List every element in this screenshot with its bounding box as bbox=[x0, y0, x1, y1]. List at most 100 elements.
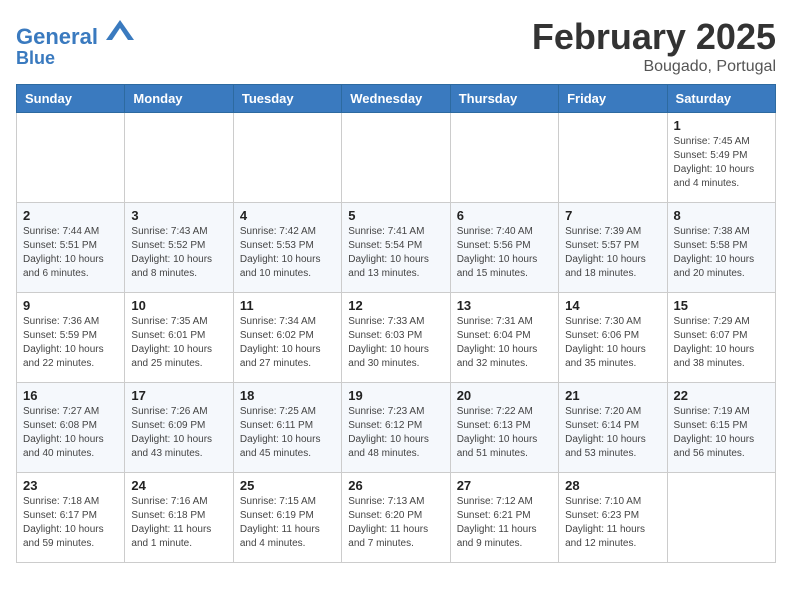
day-info: Sunrise: 7:29 AM Sunset: 6:07 PM Dayligh… bbox=[674, 315, 769, 371]
day-info: Sunrise: 7:38 AM Sunset: 5:58 PM Dayligh… bbox=[674, 225, 769, 281]
day-number: 22 bbox=[674, 388, 769, 403]
day-info: Sunrise: 7:35 AM Sunset: 6:01 PM Dayligh… bbox=[131, 315, 226, 371]
logo-icon bbox=[106, 16, 134, 44]
day-number: 8 bbox=[674, 208, 769, 223]
day-number: 2 bbox=[23, 208, 118, 223]
day-number: 21 bbox=[565, 388, 660, 403]
day-info: Sunrise: 7:13 AM Sunset: 6:20 PM Dayligh… bbox=[348, 495, 443, 551]
day-number: 18 bbox=[240, 388, 335, 403]
day-info: Sunrise: 7:30 AM Sunset: 6:06 PM Dayligh… bbox=[565, 315, 660, 371]
logo-general: General bbox=[16, 24, 98, 49]
calendar-cell: 19 Sunrise: 7:23 AM Sunset: 6:12 PM Dayli… bbox=[342, 383, 450, 473]
calendar-cell: 13 Sunrise: 7:31 AM Sunset: 6:04 PM Dayli… bbox=[450, 293, 558, 383]
calendar-cell bbox=[559, 113, 667, 203]
calendar-cell: 20Sunrise: 7:22 AM Sunset: 6:13 PM Dayli… bbox=[450, 383, 558, 473]
calendar-week-row: 9 Sunrise: 7:36 AM Sunset: 5:59 PM Daylig… bbox=[17, 293, 776, 383]
calendar-cell: 9 Sunrise: 7:36 AM Sunset: 5:59 PM Daylig… bbox=[17, 293, 125, 383]
calendar-title: February 2025 bbox=[532, 16, 776, 58]
calendar-cell: 1 Sunrise: 7:45 AM Sunset: 5:49 PM Daylig… bbox=[667, 113, 775, 203]
weekday-header-tuesday: Tuesday bbox=[233, 85, 341, 113]
calendar-table: SundayMondayTuesdayWednesdayThursdayFrid… bbox=[16, 84, 776, 563]
page-header: General Blue February 2025 Bougado, Port… bbox=[16, 16, 776, 76]
calendar-cell: 17Sunrise: 7:26 AM Sunset: 6:09 PM Dayli… bbox=[125, 383, 233, 473]
calendar-cell: 22 Sunrise: 7:19 AM Sunset: 6:15 PM Dayli… bbox=[667, 383, 775, 473]
day-number: 27 bbox=[457, 478, 552, 493]
calendar-cell: 8 Sunrise: 7:38 AM Sunset: 5:58 PM Daylig… bbox=[667, 203, 775, 293]
calendar-cell: 4Sunrise: 7:42 AM Sunset: 5:53 PM Daylig… bbox=[233, 203, 341, 293]
calendar-cell: 15 Sunrise: 7:29 AM Sunset: 6:07 PM Dayli… bbox=[667, 293, 775, 383]
day-info: Sunrise: 7:36 AM Sunset: 5:59 PM Dayligh… bbox=[23, 315, 118, 371]
day-number: 26 bbox=[348, 478, 443, 493]
calendar-cell: 14 Sunrise: 7:30 AM Sunset: 6:06 PM Dayli… bbox=[559, 293, 667, 383]
day-info: Sunrise: 7:16 AM Sunset: 6:18 PM Dayligh… bbox=[131, 495, 226, 551]
calendar-cell: 11 Sunrise: 7:34 AM Sunset: 6:02 PM Dayli… bbox=[233, 293, 341, 383]
day-info: Sunrise: 7:27 AM Sunset: 6:08 PM Dayligh… bbox=[23, 405, 118, 461]
day-info: Sunrise: 7:10 AM Sunset: 6:23 PM Dayligh… bbox=[565, 495, 660, 551]
calendar-cell bbox=[233, 113, 341, 203]
day-number: 7 bbox=[565, 208, 660, 223]
day-info: Sunrise: 7:31 AM Sunset: 6:04 PM Dayligh… bbox=[457, 315, 552, 371]
calendar-cell bbox=[125, 113, 233, 203]
calendar-cell: 7Sunrise: 7:39 AM Sunset: 5:57 PM Daylig… bbox=[559, 203, 667, 293]
day-info: Sunrise: 7:44 AM Sunset: 5:51 PM Dayligh… bbox=[23, 225, 118, 281]
day-number: 13 bbox=[457, 298, 552, 313]
weekday-header-row: SundayMondayTuesdayWednesdayThursdayFrid… bbox=[17, 85, 776, 113]
calendar-cell bbox=[667, 473, 775, 563]
calendar-cell: 27 Sunrise: 7:12 AM Sunset: 6:21 PM Dayli… bbox=[450, 473, 558, 563]
day-number: 28 bbox=[565, 478, 660, 493]
logo: General Blue bbox=[16, 16, 134, 69]
calendar-cell: 23Sunrise: 7:18 AM Sunset: 6:17 PM Dayli… bbox=[17, 473, 125, 563]
day-number: 24 bbox=[131, 478, 226, 493]
logo-blue: Blue bbox=[16, 49, 134, 69]
day-number: 5 bbox=[348, 208, 443, 223]
calendar-cell bbox=[450, 113, 558, 203]
day-number: 1 bbox=[674, 118, 769, 133]
day-number: 4 bbox=[240, 208, 335, 223]
day-number: 16 bbox=[23, 388, 118, 403]
day-number: 11 bbox=[240, 298, 335, 313]
day-info: Sunrise: 7:33 AM Sunset: 6:03 PM Dayligh… bbox=[348, 315, 443, 371]
day-number: 12 bbox=[348, 298, 443, 313]
day-number: 10 bbox=[131, 298, 226, 313]
weekday-header-thursday: Thursday bbox=[450, 85, 558, 113]
calendar-cell: 5 Sunrise: 7:41 AM Sunset: 5:54 PM Daylig… bbox=[342, 203, 450, 293]
day-info: Sunrise: 7:40 AM Sunset: 5:56 PM Dayligh… bbox=[457, 225, 552, 281]
calendar-cell: 3Sunrise: 7:43 AM Sunset: 5:52 PM Daylig… bbox=[125, 203, 233, 293]
day-number: 9 bbox=[23, 298, 118, 313]
weekday-header-saturday: Saturday bbox=[667, 85, 775, 113]
weekday-header-monday: Monday bbox=[125, 85, 233, 113]
day-info: Sunrise: 7:43 AM Sunset: 5:52 PM Dayligh… bbox=[131, 225, 226, 281]
calendar-cell bbox=[17, 113, 125, 203]
day-number: 19 bbox=[348, 388, 443, 403]
calendar-cell: 10 Sunrise: 7:35 AM Sunset: 6:01 PM Dayli… bbox=[125, 293, 233, 383]
day-info: Sunrise: 7:12 AM Sunset: 6:21 PM Dayligh… bbox=[457, 495, 552, 551]
day-info: Sunrise: 7:34 AM Sunset: 6:02 PM Dayligh… bbox=[240, 315, 335, 371]
calendar-cell: 21Sunrise: 7:20 AM Sunset: 6:14 PM Dayli… bbox=[559, 383, 667, 473]
day-info: Sunrise: 7:41 AM Sunset: 5:54 PM Dayligh… bbox=[348, 225, 443, 281]
day-info: Sunrise: 7:45 AM Sunset: 5:49 PM Dayligh… bbox=[674, 135, 769, 191]
day-number: 14 bbox=[565, 298, 660, 313]
weekday-header-wednesday: Wednesday bbox=[342, 85, 450, 113]
calendar-week-row: 2 Sunrise: 7:44 AM Sunset: 5:51 PM Daylig… bbox=[17, 203, 776, 293]
day-number: 6 bbox=[457, 208, 552, 223]
day-info: Sunrise: 7:23 AM Sunset: 6:12 PM Dayligh… bbox=[348, 405, 443, 461]
calendar-week-row: 16 Sunrise: 7:27 AM Sunset: 6:08 PM Dayli… bbox=[17, 383, 776, 473]
weekday-header-sunday: Sunday bbox=[17, 85, 125, 113]
title-block: February 2025 Bougado, Portugal bbox=[532, 16, 776, 76]
calendar-subtitle: Bougado, Portugal bbox=[532, 58, 776, 76]
day-info: Sunrise: 7:19 AM Sunset: 6:15 PM Dayligh… bbox=[674, 405, 769, 461]
weekday-header-friday: Friday bbox=[559, 85, 667, 113]
day-info: Sunrise: 7:25 AM Sunset: 6:11 PM Dayligh… bbox=[240, 405, 335, 461]
day-number: 15 bbox=[674, 298, 769, 313]
calendar-cell: 6 Sunrise: 7:40 AM Sunset: 5:56 PM Daylig… bbox=[450, 203, 558, 293]
day-number: 17 bbox=[131, 388, 226, 403]
calendar-cell: 16 Sunrise: 7:27 AM Sunset: 6:08 PM Dayli… bbox=[17, 383, 125, 473]
day-info: Sunrise: 7:15 AM Sunset: 6:19 PM Dayligh… bbox=[240, 495, 335, 551]
calendar-week-row: 23Sunrise: 7:18 AM Sunset: 6:17 PM Dayli… bbox=[17, 473, 776, 563]
calendar-cell: 25 Sunrise: 7:15 AM Sunset: 6:19 PM Dayli… bbox=[233, 473, 341, 563]
day-number: 25 bbox=[240, 478, 335, 493]
calendar-cell bbox=[342, 113, 450, 203]
day-number: 23 bbox=[23, 478, 118, 493]
calendar-week-row: 1 Sunrise: 7:45 AM Sunset: 5:49 PM Daylig… bbox=[17, 113, 776, 203]
day-info: Sunrise: 7:22 AM Sunset: 6:13 PM Dayligh… bbox=[457, 405, 552, 461]
